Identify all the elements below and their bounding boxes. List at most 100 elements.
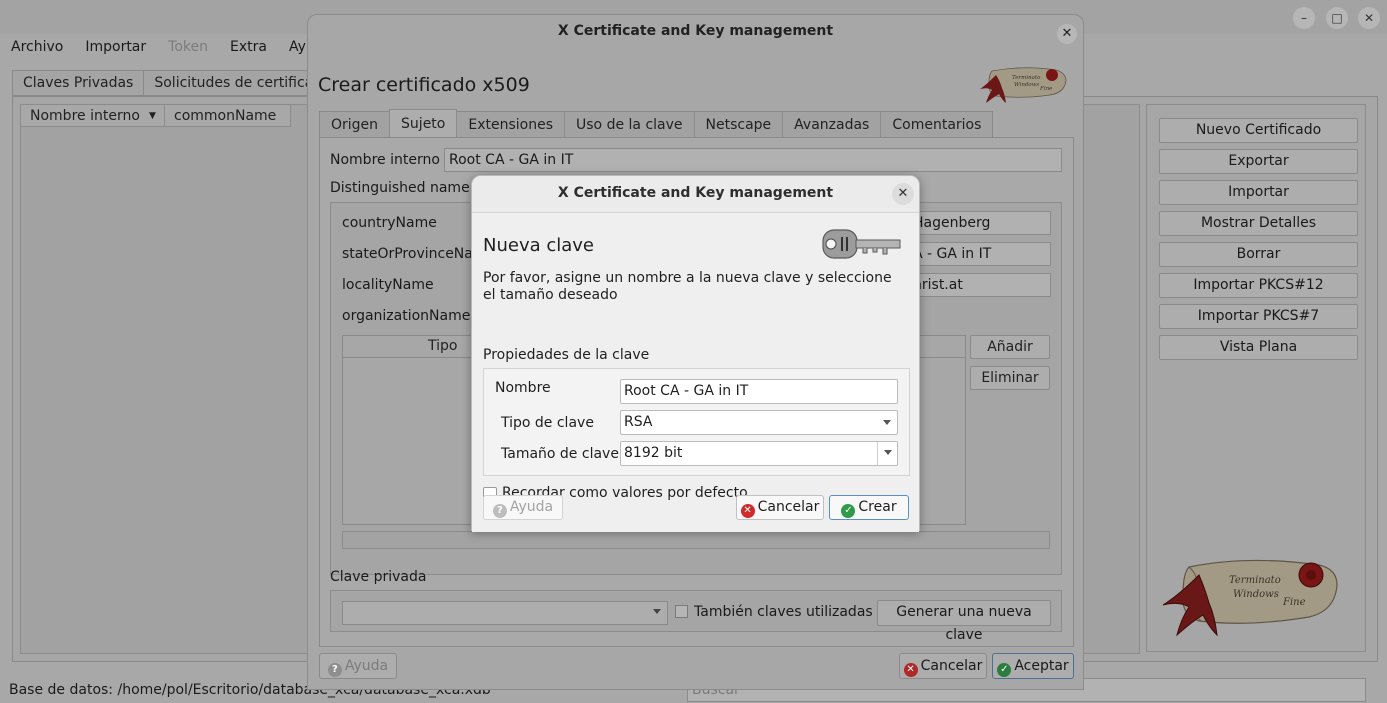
checkmark-icon: ✓ <box>841 504 856 518</box>
page-title: Nueva clave <box>483 235 595 256</box>
key-size-value: 8192 bit <box>624 445 683 461</box>
main-tabs: Claves Privadas Solicitudes de certifica… <box>12 70 342 96</box>
key-name-input[interactable]: Root CA - GA in IT <box>620 379 898 404</box>
actions-panel: Nuevo Certificado Exportar Importar Most… <box>1146 104 1366 652</box>
svg-text:Windows: Windows <box>1233 589 1279 600</box>
create-button[interactable]: ✓ Crear <box>829 495 909 520</box>
used-keys-label: También claves utilizadas <box>694 604 873 620</box>
import-pkcs12-button[interactable]: Importar PKCS#12 <box>1159 273 1358 298</box>
svg-text:Terminato: Terminato <box>1012 75 1041 81</box>
cancel-label: Cancelar <box>920 658 983 674</box>
checkmark-icon: ✓ <box>997 663 1012 677</box>
remove-button[interactable]: Eliminar <box>970 366 1050 390</box>
xca-seal-logo-large: Terminato Windows Fine <box>1162 559 1338 637</box>
dialog-titlebar: X Certificate and Key management ✕ <box>472 176 919 213</box>
menu-extra[interactable]: Extra <box>219 36 278 58</box>
maximize-icon[interactable]: □ <box>1326 7 1348 29</box>
locality-name-input[interactable]: nrist.at <box>908 273 1051 297</box>
accept-button[interactable]: ✓ Aceptar <box>992 653 1074 679</box>
tab-extensiones[interactable]: Extensiones <box>456 111 566 138</box>
flat-view-button[interactable]: Vista Plana <box>1159 335 1358 360</box>
chevron-down-icon <box>884 450 892 455</box>
key-type-value: RSA <box>624 414 653 430</box>
help-button: ? Ayuda <box>483 495 563 520</box>
chevron-down-icon <box>883 420 891 425</box>
column-nombre-interno[interactable]: Nombre interno ▼ <box>21 105 165 126</box>
tab-uso-de-la-clave[interactable]: Uso de la clave <box>564 111 695 138</box>
list-header: Nombre interno ▼ commonName <box>21 105 291 127</box>
key-properties-group: Nombre Root CA - GA in IT Tipo de clave … <box>483 368 910 476</box>
help-label: Ayuda <box>344 658 389 674</box>
internal-name-label: Nombre interno <box>330 152 440 168</box>
cert-tabs: Origen Sujeto Extensiones Uso de la clav… <box>319 109 994 138</box>
country-name-input[interactable]: Hagenberg <box>908 211 1051 235</box>
tab-avanzadas[interactable]: Avanzadas <box>782 111 882 138</box>
svg-text:Fine: Fine <box>1039 86 1053 92</box>
menubar: Archivo Importar Token Extra Ayuda <box>0 36 343 58</box>
page-title: Crear certificado x509 <box>318 74 530 96</box>
private-key-label: Clave privada <box>330 569 427 585</box>
sort-arrow-icon: ▼ <box>149 111 156 121</box>
close-icon[interactable]: ✕ <box>892 183 914 205</box>
minimize-icon[interactable]: – <box>1293 7 1315 29</box>
name-label: Nombre <box>495 380 551 396</box>
key-size-dropdown-button[interactable] <box>877 442 897 465</box>
cancel-button[interactable]: ✕ Cancelar <box>736 495 824 520</box>
tab-origen[interactable]: Origen <box>319 111 391 138</box>
help-icon: ? <box>327 663 342 677</box>
cancel-button[interactable]: ✕ Cancelar <box>899 653 987 679</box>
distinguished-name-label: Distinguished name <box>330 180 470 196</box>
key-type-label: Tipo de clave <box>501 415 594 431</box>
cancel-icon: ✕ <box>740 504 755 518</box>
svg-text:Terminato: Terminato <box>1229 575 1281 586</box>
dialog-title: X Certificate and Key management <box>557 185 834 201</box>
new-certificate-button[interactable]: Nuevo Certificado <box>1159 118 1358 143</box>
add-button[interactable]: Añadir <box>970 335 1050 359</box>
dialog-body: Nueva clave Por favor, asigne un nombre … <box>472 213 919 532</box>
key-size-combobox[interactable]: 8192 bit <box>620 441 898 466</box>
tab-claves-privadas[interactable]: Claves Privadas <box>12 70 145 96</box>
accept-label: Aceptar <box>1014 658 1069 674</box>
tab-netscape[interactable]: Netscape <box>693 111 784 138</box>
dialog-description: Por favor, asigne un nombre a la nueva c… <box>483 270 892 303</box>
key-icon <box>822 229 901 259</box>
column-commonname[interactable]: commonName <box>165 105 291 126</box>
country-name-label: countryName <box>342 215 437 231</box>
private-key-select[interactable] <box>342 601 668 625</box>
internal-name-input[interactable]: Root CA - GA in IT <box>444 148 1062 172</box>
svg-text:Fine: Fine <box>1282 597 1306 608</box>
organization-name-label: organizationName <box>342 308 471 324</box>
new-key-dialog: X Certificate and Key management ✕ Nueva… <box>471 175 920 532</box>
column-label: Nombre interno <box>30 108 140 124</box>
menu-token: Token <box>168 39 208 55</box>
state-name-input[interactable]: A - GA in IT <box>908 242 1051 266</box>
tab-comentarios[interactable]: Comentarios <box>880 111 994 138</box>
key-size-label: Tamaño de clave <box>501 446 619 462</box>
generate-key-button[interactable]: Generar una nueva clave <box>877 600 1051 643</box>
show-details-button[interactable]: Mostrar Detalles <box>1159 211 1358 236</box>
close-icon[interactable]: ✕ <box>1057 24 1077 44</box>
export-button[interactable]: Exportar <box>1159 149 1358 174</box>
column-tipo[interactable]: Tipo <box>428 336 457 357</box>
locality-name-label: localityName <box>342 277 434 293</box>
horizontal-scrollbar[interactable] <box>342 531 1050 549</box>
close-icon[interactable]: ✕ <box>1358 7 1380 29</box>
delete-button[interactable]: Borrar <box>1159 242 1358 267</box>
import-button[interactable]: Importar <box>1159 180 1358 205</box>
menu-importar[interactable]: Importar <box>74 36 157 58</box>
create-label: Crear <box>858 499 897 515</box>
cancel-label: Cancelar <box>757 499 820 515</box>
xca-seal-logo-small: Terminato Windows Fine <box>980 67 1067 103</box>
used-keys-checkbox[interactable] <box>675 605 688 618</box>
help-icon: ? <box>492 504 507 518</box>
help-label: Ayuda <box>509 499 554 515</box>
key-type-select[interactable]: RSA <box>620 410 898 435</box>
help-button: ? Ayuda <box>319 653 397 679</box>
tab-sujeto[interactable]: Sujeto <box>389 109 458 138</box>
key-properties-label: Propiedades de la clave <box>483 347 650 363</box>
cancel-icon: ✕ <box>903 663 918 677</box>
menu-archivo[interactable]: Archivo <box>0 36 74 58</box>
dialog-title: X Certificate and Key management <box>557 23 834 39</box>
import-pkcs7-button[interactable]: Importar PKCS#7 <box>1159 304 1358 329</box>
svg-text:Windows: Windows <box>1014 82 1039 88</box>
